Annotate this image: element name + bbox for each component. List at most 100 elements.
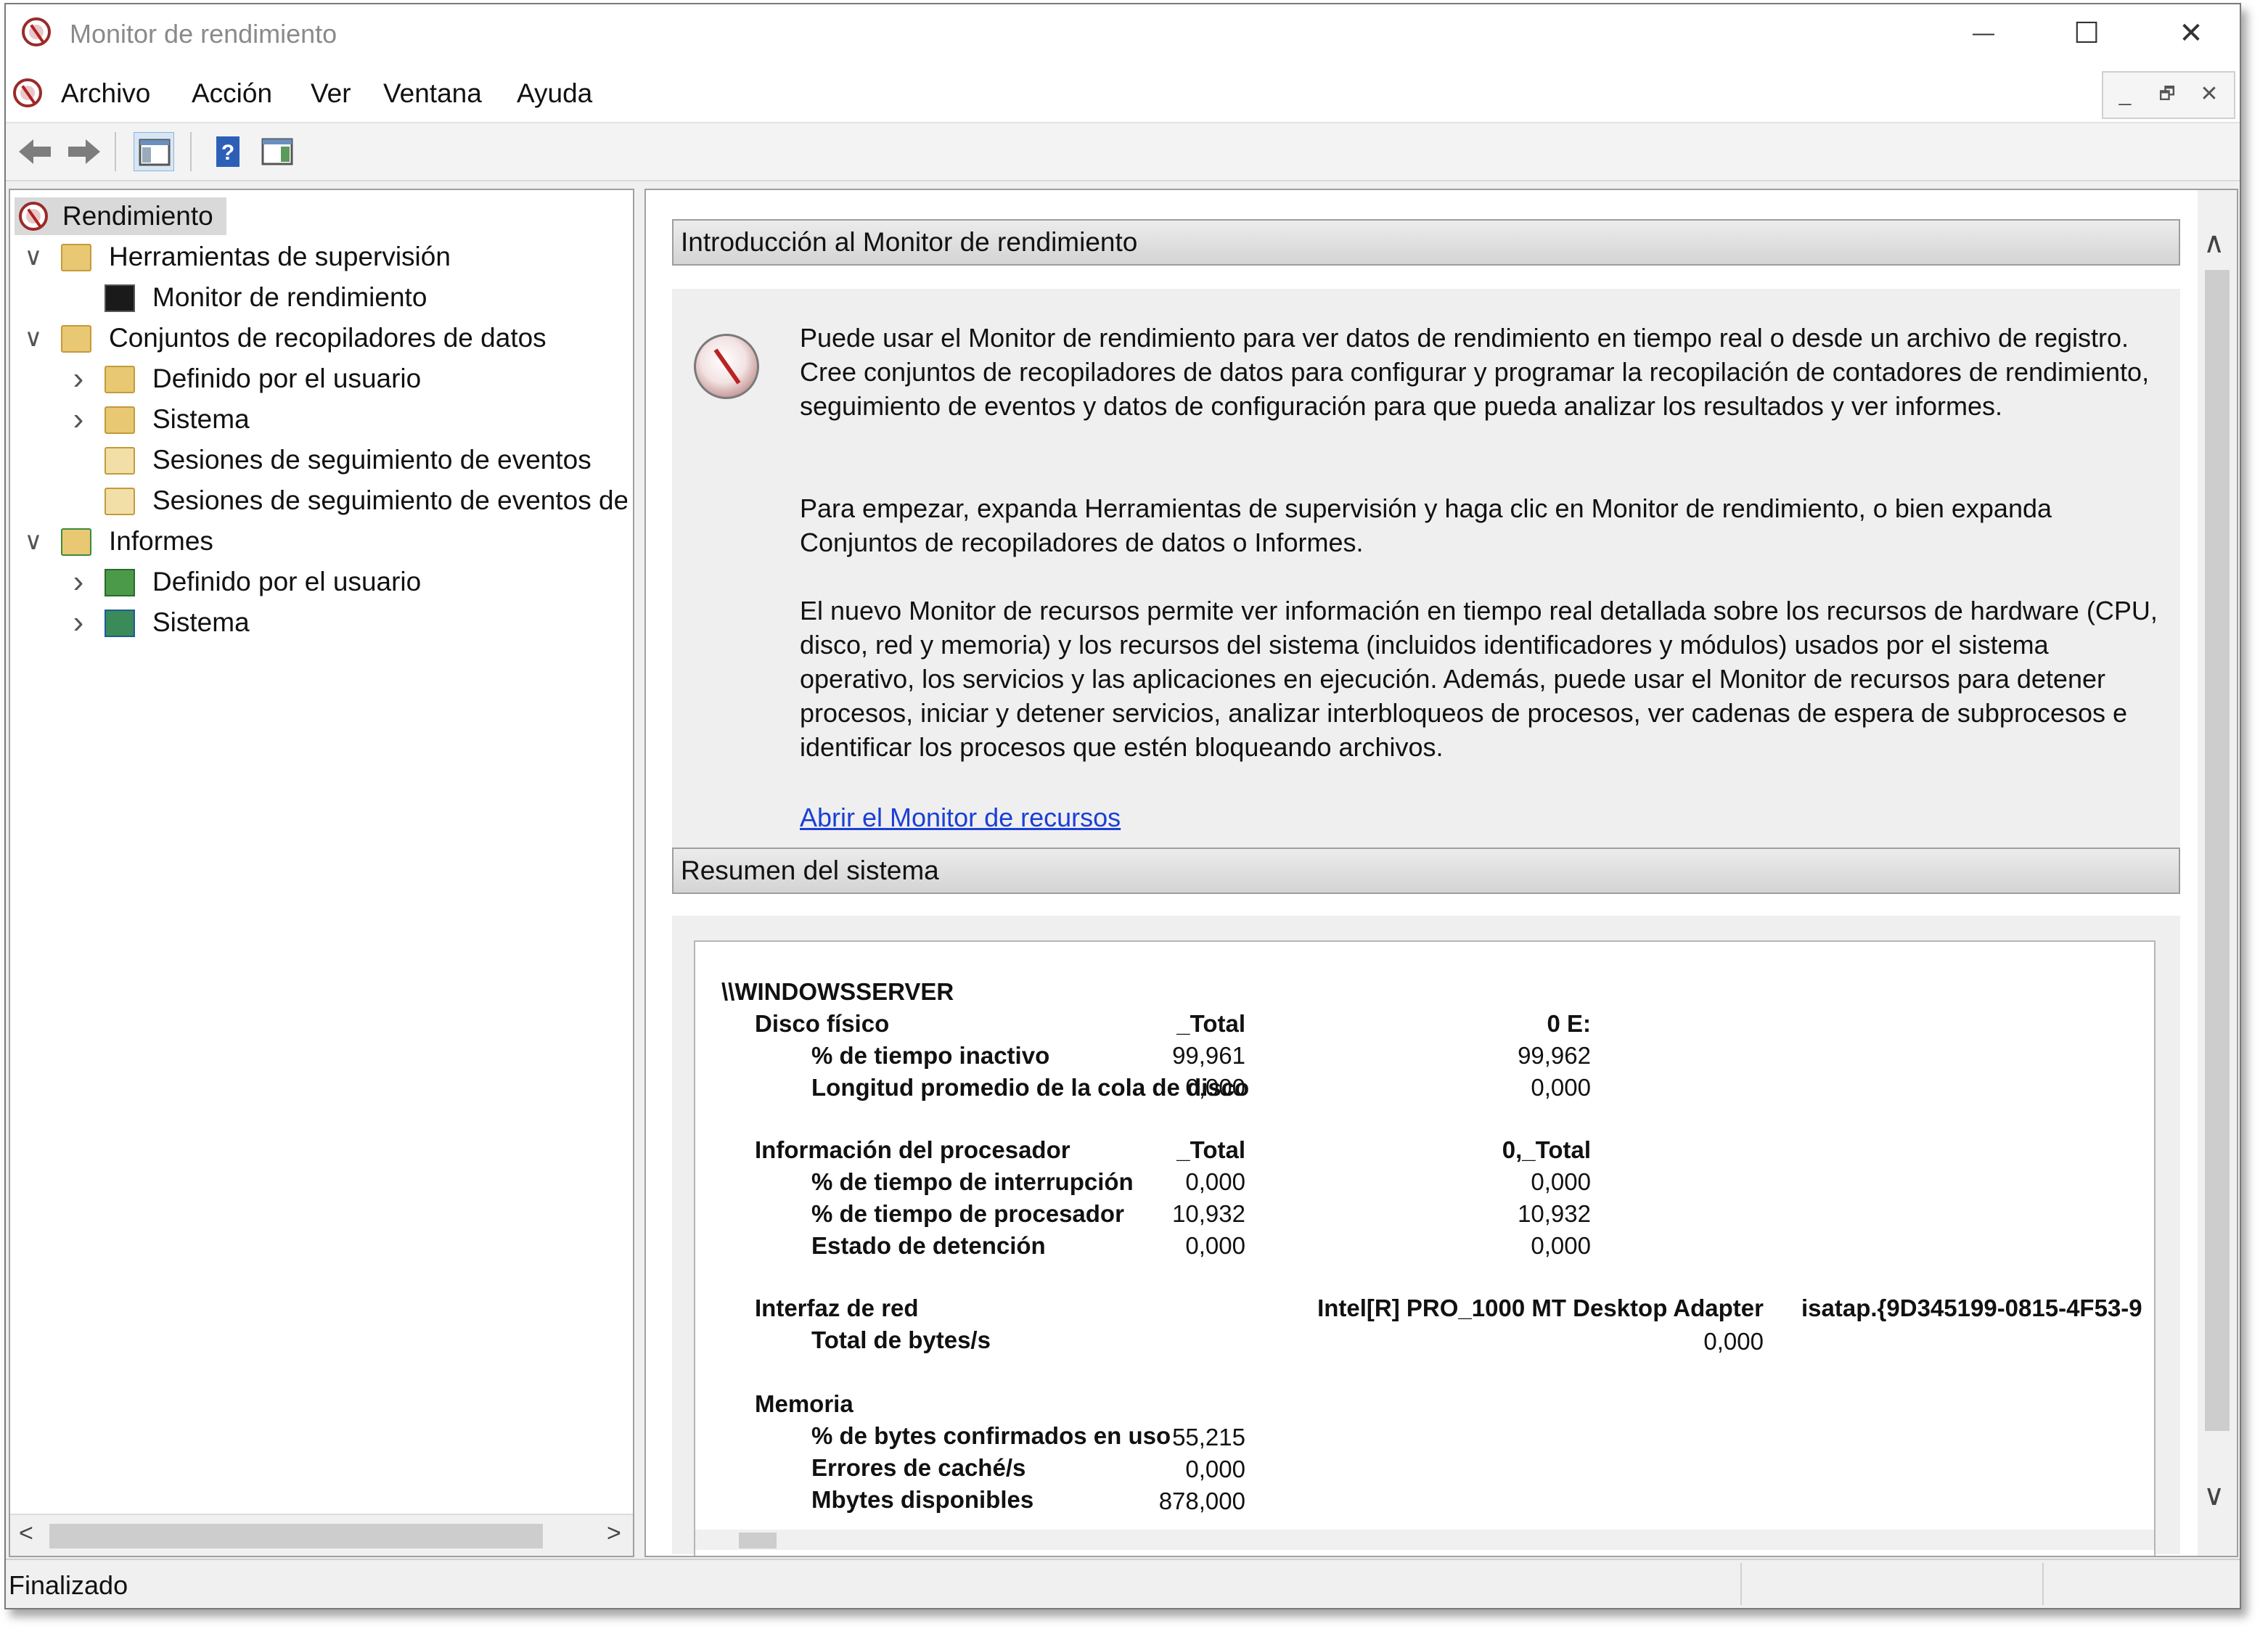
tree-item-rendimiento[interactable]: Rendimiento — [15, 197, 226, 235]
counter-label: Errores de caché/s — [811, 1454, 1026, 1481]
summary-section-header[interactable]: Resumen del sistema — [672, 848, 2180, 894]
status-bar: Finalizado — [6, 1559, 2240, 1608]
tree-item-sistema[interactable]: › Sistema — [10, 401, 627, 438]
tree-item-informes-sistema[interactable]: › Sistema — [10, 604, 627, 641]
collapse-chevron-icon[interactable]: ∨ — [20, 522, 46, 560]
forward-button[interactable] — [64, 132, 105, 171]
expand-chevron-icon[interactable]: › — [65, 563, 91, 601]
show-hide-action-pane-button[interactable] — [257, 132, 298, 171]
maximize-button[interactable]: ☐ — [2054, 12, 2119, 55]
counter-label: Total de bytes/s — [811, 1326, 991, 1353]
menu-ayuda[interactable]: Ayuda — [517, 78, 592, 109]
summary-section: \\WINDOWSSERVER Disco físico _Total 0 E:… — [672, 916, 2180, 1556]
menu-accion[interactable]: Acción — [192, 78, 272, 109]
summary-horizontal-scrollbar[interactable] — [695, 1530, 2154, 1550]
collapse-chevron-icon[interactable]: ∨ — [20, 319, 46, 357]
performance-monitor-app-icon — [22, 17, 51, 46]
cpu-col-total: _Total — [1176, 1136, 1245, 1163]
net-col-isatap: isatap.{9D345199-0815-4F53-9 — [1801, 1295, 2142, 1321]
console-tree: Rendimiento ∨ Herramientas de supervisió… — [9, 189, 634, 1557]
collapse-chevron-icon[interactable]: ∨ — [20, 238, 46, 276]
menu-bar: Archivo Acción Ver Ventana Ayuda _ 🗗 ✕ — [6, 64, 2240, 123]
system-reports-icon — [105, 610, 135, 637]
reports-folder-icon — [61, 528, 91, 556]
tree-item-herramientas[interactable]: ∨ Herramientas de supervisión — [10, 238, 627, 276]
expand-chevron-icon[interactable]: › — [65, 401, 91, 438]
back-button[interactable] — [15, 132, 55, 171]
system-summary-panel: \\WINDOWSSERVER Disco físico _Total 0 E:… — [694, 940, 2156, 1556]
open-resource-monitor-link[interactable]: Abrir el Monitor de recursos — [800, 803, 1121, 833]
show-hide-action-pane-icon — [261, 138, 293, 165]
counter-label: Mbytes disponibles — [811, 1486, 1034, 1513]
show-hide-console-tree-icon — [139, 139, 171, 166]
mdi-close-button[interactable]: ✕ — [2190, 77, 2228, 112]
menu-ver[interactable]: Ver — [311, 78, 351, 109]
help-icon: ? — [216, 136, 240, 167]
system-menu-icon[interactable] — [13, 78, 42, 107]
title-bar[interactable]: Monitor de rendimiento — ☐ ✕ — [6, 4, 2240, 64]
counter-label: % de tiempo de procesador — [811, 1200, 1124, 1227]
tree-item-label: Sistema — [152, 607, 250, 637]
counter-value: 0,000 — [1531, 1074, 1591, 1101]
monitoring-tools-folder-icon — [61, 244, 91, 271]
mdi-window-controls: _ 🗗 ✕ — [2102, 71, 2235, 119]
counter-value: 878,000 — [1158, 1488, 1245, 1514]
window-title: Monitor de rendimiento — [70, 19, 337, 49]
tree-item-sesiones-eventos[interactable]: Sesiones de seguimiento de eventos — [10, 441, 627, 479]
memory-category: Memoria — [755, 1390, 853, 1417]
scroll-left-arrow[interactable]: < — [19, 1519, 33, 1548]
intro-paragraph-1: Puede usar el Monitor de rendimiento par… — [800, 323, 2150, 421]
details-vertical-scrollbar[interactable]: ∧ ∨ — [2198, 190, 2237, 1556]
tree-item-label: Sesiones de seguimiento de eventos de i — [152, 485, 627, 515]
tree-item-label: Herramientas de supervisión — [109, 242, 451, 271]
scroll-thumb[interactable] — [2205, 270, 2230, 1431]
expand-chevron-icon[interactable]: › — [65, 360, 91, 398]
disk-category: Disco físico — [755, 1010, 890, 1037]
counter-value: 10,932 — [1172, 1200, 1245, 1227]
mdi-restore-button[interactable]: 🗗 — [2148, 77, 2186, 112]
tree-item-conjuntos[interactable]: ∨ Conjuntos de recopiladores de datos — [10, 319, 627, 357]
tree-item-definido-usuario[interactable]: › Definido por el usuario — [10, 360, 627, 398]
counter-value: 0,000 — [1185, 1456, 1245, 1482]
toolbar-separator — [115, 132, 116, 171]
intro-paragraph-3: El nuevo Monitor de recursos permite ver… — [800, 596, 2158, 762]
close-button[interactable]: ✕ — [2158, 12, 2224, 55]
intro-section-header[interactable]: Introducción al Monitor de rendimiento — [672, 219, 2180, 266]
performance-monitor-icon — [694, 334, 759, 399]
scroll-up-arrow[interactable]: ∧ — [2203, 226, 2224, 260]
counter-label: Longitud promedio de la cola de disco — [811, 1074, 1250, 1101]
performance-chart-icon — [105, 284, 135, 312]
show-hide-console-tree-button[interactable] — [134, 132, 174, 171]
tree-item-monitor[interactable]: Monitor de rendimiento — [10, 279, 627, 316]
tree-item-label: Definido por el usuario — [152, 364, 422, 393]
scroll-down-arrow[interactable]: ∨ — [2203, 1479, 2224, 1512]
scroll-right-arrow[interactable]: > — [607, 1519, 621, 1548]
server-name: \\WINDOWSSERVER — [721, 978, 954, 1005]
counter-value: 10,932 — [1518, 1200, 1591, 1227]
mdi-minimize-button[interactable]: _ — [2106, 77, 2144, 112]
counter-label: % de tiempo de interrupción — [811, 1168, 1134, 1195]
back-icon — [19, 139, 51, 164]
main-window: Monitor de rendimiento — ☐ ✕ Archivo Acc… — [4, 3, 2241, 1609]
tree-item-informes-definido-usuario[interactable]: › Definido por el usuario — [10, 563, 627, 601]
help-button[interactable]: ? — [208, 132, 248, 171]
tree-item-label: Conjuntos de recopiladores de datos — [109, 323, 546, 353]
event-trace-sessions-folder-icon — [105, 447, 135, 475]
tree-horizontal-scrollbar[interactable]: < > — [10, 1514, 633, 1556]
menu-ventana[interactable]: Ventana — [383, 78, 482, 109]
minimize-button[interactable]: — — [1951, 12, 2016, 55]
counter-value: 99,962 — [1518, 1042, 1591, 1069]
scroll-thumb[interactable] — [49, 1524, 543, 1548]
toolbar-separator — [190, 132, 192, 171]
intro-paragraph-2: Para empezar, expanda Herramientas de su… — [800, 493, 2052, 557]
expand-chevron-icon[interactable]: › — [65, 604, 91, 641]
counter-value: 0,000 — [1531, 1168, 1591, 1195]
system-folder-icon — [105, 406, 135, 434]
tree-item-informes[interactable]: ∨ Informes — [10, 522, 627, 560]
menu-archivo[interactable]: Archivo — [61, 78, 150, 109]
tree-item-sesiones-eventos-inicio[interactable]: Sesiones de seguimiento de eventos de i — [10, 482, 627, 520]
counter-value: 0,000 — [1185, 1232, 1245, 1259]
scroll-thumb[interactable] — [739, 1533, 777, 1548]
cpu-col-0-total: 0,_Total — [1502, 1136, 1591, 1163]
net-col-adapter: Intel[R] PRO_1000 MT Desktop Adapter — [1317, 1295, 1764, 1321]
